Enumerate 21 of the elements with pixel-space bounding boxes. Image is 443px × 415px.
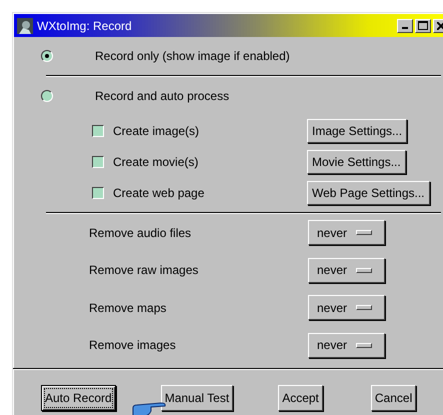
option-label: Remove audio files — [89, 226, 192, 240]
checkbox-label: Create movie(s) — [113, 154, 200, 168]
radio-label: Record only (show image if enabled) — [95, 49, 290, 63]
settings-button[interactable]: Web Page Settings... — [307, 180, 430, 204]
checkbox-label: Create web page — [113, 186, 206, 200]
option-menu[interactable]: never — [308, 220, 385, 246]
dialog-button[interactable]: Auto Record — [41, 385, 116, 411]
option-menu[interactable]: never — [308, 295, 385, 320]
settings-button[interactable]: Movie Settings... — [307, 150, 406, 174]
dialog-button[interactable]: Accept — [278, 385, 323, 411]
checkbox-label: Create image(s) — [113, 124, 200, 138]
window-title: WXtoImg: Record — [37, 18, 133, 32]
dialog-button[interactable]: Cancel — [370, 385, 416, 411]
option-menu[interactable]: never — [308, 332, 385, 358]
option-label: Remove maps — [89, 300, 168, 315]
settings-button[interactable]: Image Settings... — [307, 118, 408, 142]
option-menu[interactable]: never — [308, 258, 385, 283]
dialog-button[interactable]: Manual Test — [160, 385, 234, 411]
option-label: Remove images — [89, 338, 177, 352]
radio-label: Record and auto process — [95, 89, 230, 103]
option-label: Remove raw images — [89, 263, 200, 278]
